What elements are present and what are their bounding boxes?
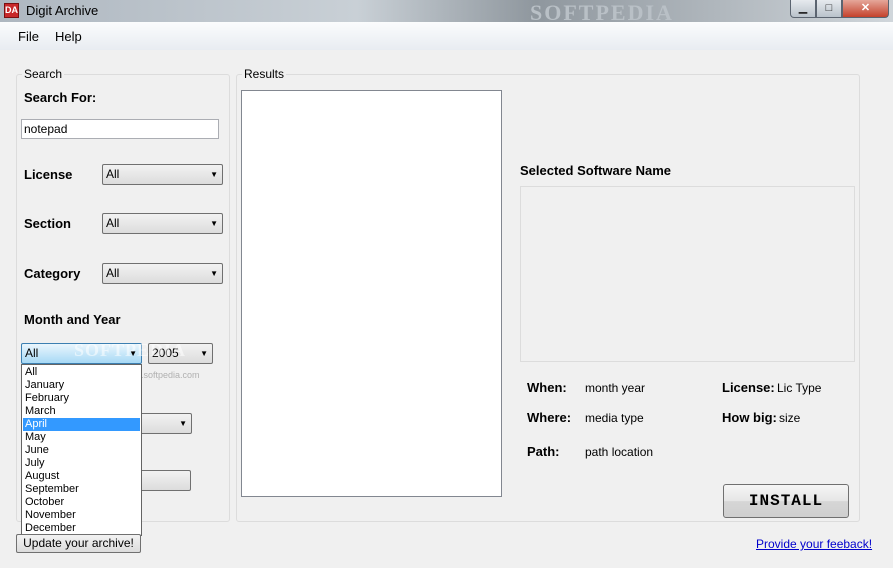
minimize-icon: ▁ (798, 2, 808, 14)
selected-software-name: Selected Software Name (520, 163, 672, 178)
chevron-down-icon: ▼ (210, 219, 218, 228)
when-label: When: (527, 380, 567, 395)
results-list[interactable] (241, 90, 502, 497)
month-option[interactable]: November (23, 509, 140, 522)
softpedia-watermark-overlay: SOFTPEDIA (74, 340, 187, 360)
section-select-value: All (106, 216, 120, 230)
how-big-value: size (779, 411, 801, 425)
license-detail-label: License: (722, 380, 775, 395)
search-for-label: Search For: (24, 90, 97, 105)
section-select[interactable]: All ▼ (102, 213, 223, 234)
chevron-down-icon: ▼ (210, 269, 218, 278)
obscured-button[interactable] (140, 470, 191, 491)
minimize-button[interactable]: ▁ (790, 0, 816, 18)
chevron-down-icon: ▼ (179, 419, 187, 428)
category-label: Category (24, 266, 81, 281)
menu-bar (0, 22, 893, 50)
month-dropdown-list[interactable]: All January February March April May June July A… (21, 364, 142, 536)
month-option[interactable]: October (23, 496, 140, 509)
month-option[interactable]: February (23, 392, 140, 405)
maximize-button[interactable]: □ (816, 0, 842, 18)
update-archive-button[interactable]: Update your archive! (16, 534, 141, 553)
where-label: Where: (527, 410, 572, 425)
obscured-select[interactable]: ▼ (140, 413, 192, 434)
title-bar[interactable] (0, 0, 893, 22)
section-label: Section (24, 216, 71, 231)
month-option[interactable]: August (23, 470, 140, 483)
menu-file[interactable]: File (18, 29, 39, 44)
month-year-label: Month and Year (24, 312, 121, 327)
license-select-value: All (106, 167, 120, 181)
chevron-down-icon: ▼ (210, 170, 218, 179)
search-input[interactable]: notepad (21, 119, 219, 139)
results-group-legend: Results (242, 67, 287, 81)
close-icon: ✕ (860, 2, 871, 14)
chevron-down-icon: ▼ (200, 349, 208, 358)
software-details-box (520, 186, 855, 362)
month-option[interactable]: January (23, 379, 140, 392)
month-option[interactable]: May (23, 431, 140, 444)
path-label: Path: (527, 444, 560, 459)
when-value: month year (585, 381, 646, 395)
month-select-value: All (25, 346, 39, 360)
how-big-label: How big: (722, 410, 777, 425)
month-option[interactable]: July (23, 457, 140, 470)
app-icon[interactable]: DA (4, 3, 19, 18)
month-option[interactable]: All (23, 366, 140, 379)
license-select[interactable]: All ▼ (102, 164, 223, 185)
feedback-link[interactable]: Provide your feeback! (756, 537, 872, 551)
window-title: Digit Archive (26, 3, 99, 18)
menu-help[interactable]: Help (55, 29, 82, 44)
maximize-icon: □ (825, 2, 833, 14)
search-group-legend: Search (22, 67, 65, 81)
where-value: media type (585, 411, 644, 425)
close-button[interactable]: ✕ (842, 0, 889, 18)
category-select-value: All (106, 266, 120, 280)
path-value: path location (585, 445, 654, 459)
month-option[interactable]: June (23, 444, 140, 457)
month-option[interactable]: April (23, 418, 140, 431)
license-detail-value: Lic Type (777, 381, 822, 395)
month-option[interactable]: March (23, 405, 140, 418)
category-select[interactable]: All ▼ (102, 263, 223, 284)
month-option[interactable]: September (23, 483, 140, 496)
license-label: License (24, 167, 73, 182)
install-button[interactable]: INSTALL (723, 484, 849, 518)
